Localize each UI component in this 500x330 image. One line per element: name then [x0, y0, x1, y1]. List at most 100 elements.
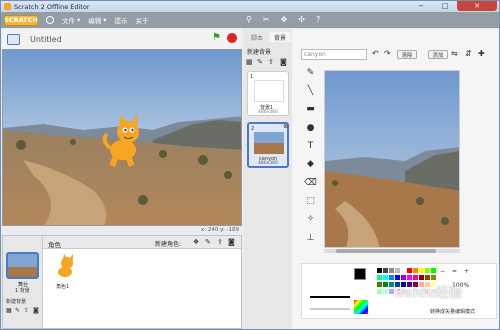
palette-swatch[interactable] — [383, 289, 388, 294]
tab-scripts[interactable]: 脚本 — [246, 32, 268, 42]
menu-bar: SCRATCH 文件 ▾ 编辑 ▾ 提示 关于 ⚲ ✂ ✥ ✣ ? — [1, 12, 499, 28]
grow-icon[interactable]: ✥ — [281, 15, 288, 24]
costume-name-input[interactable] — [301, 49, 367, 60]
palette-swatch[interactable] — [407, 275, 412, 280]
cut-icon[interactable]: ✂ — [263, 15, 270, 24]
add-button[interactable]: 添加 — [428, 50, 448, 59]
palette-swatch[interactable] — [383, 282, 388, 287]
palette-swatch[interactable] — [377, 275, 382, 280]
canyon-thumbnail — [254, 132, 284, 154]
zoom-in-button[interactable]: + — [464, 268, 469, 275]
help-icon[interactable]: ? — [316, 15, 320, 24]
menu-tips[interactable]: 提示 — [115, 15, 128, 25]
paint-canvas[interactable] — [324, 70, 460, 248]
palette-swatch[interactable] — [377, 282, 382, 287]
menu-edit[interactable]: 编辑 ▾ — [88, 15, 106, 25]
stage-backdrop-count: 1 背景 — [15, 288, 30, 294]
line-width-slider[interactable] — [310, 308, 350, 310]
minimize-button[interactable]: − — [409, 1, 433, 11]
palette-swatch[interactable] — [401, 275, 406, 280]
upload-backdrop-icon[interactable]: ⇪ — [24, 307, 29, 314]
language-globe-icon[interactable] — [46, 16, 54, 24]
palette-swatch[interactable] — [425, 268, 430, 273]
paint-backdrop-icon[interactable]: ✎ — [257, 58, 263, 66]
line-tool-icon[interactable]: ╲ — [303, 83, 318, 98]
palette-swatch[interactable] — [407, 268, 412, 273]
mouse-coordinates: x: 240 y: -189 — [201, 227, 240, 233]
camera-sprite-icon[interactable]: ◙ — [228, 238, 235, 246]
palette-swatch[interactable] — [383, 268, 388, 273]
clear-button[interactable]: 清除 — [397, 50, 417, 59]
paint-sprite-icon[interactable]: ✎ — [205, 238, 211, 246]
paint-backdrop-icon[interactable]: ✎ — [15, 307, 20, 314]
eraser-tool-icon[interactable]: ⌫ — [303, 175, 318, 190]
green-flag-icon[interactable]: ⚑ — [212, 33, 222, 43]
library-sprite-icon[interactable]: ❖ — [193, 238, 199, 246]
palette-swatch[interactable] — [389, 268, 394, 273]
text-tool-icon[interactable]: T — [303, 138, 318, 153]
camera-backdrop-icon[interactable]: ◙ — [33, 307, 39, 314]
sprites-label: 角色 — [48, 241, 61, 249]
stage-canvas[interactable] — [2, 49, 242, 226]
rectangle-tool-icon[interactable]: ▬ — [303, 101, 318, 116]
undo-icon[interactable]: ↶ — [372, 49, 379, 58]
menu-about[interactable]: 关于 — [136, 15, 149, 25]
primary-color-swatch[interactable] — [354, 268, 366, 280]
convert-to-vector-button[interactable]: 转换成矢量编辑模式 — [430, 308, 475, 315]
ellipse-tool-icon[interactable]: ● — [303, 120, 318, 135]
zoom-out-button[interactable]: − — [440, 268, 445, 275]
canvas-scrollbar[interactable] — [324, 249, 460, 253]
chevron-down-icon: ▾ — [77, 16, 81, 24]
sprite-tile[interactable]: 角色1 — [51, 252, 81, 292]
maximize-button[interactable]: □ — [433, 1, 457, 11]
new-sprite-label: 新建角色: — [155, 241, 182, 248]
stage-thumbnail[interactable] — [6, 252, 39, 279]
duplicate-icon[interactable]: ⚲ — [246, 15, 252, 24]
fullscreen-button[interactable] — [7, 33, 20, 45]
shrink-icon[interactable]: ✣ — [298, 15, 305, 24]
backdrop-tile-1[interactable]: 1 背景1 480x360 — [247, 71, 289, 116]
set-center-icon[interactable]: ✚ — [478, 49, 485, 58]
tab-backdrops[interactable]: 背景 — [269, 32, 291, 42]
palette-swatch[interactable] — [431, 268, 436, 273]
palette-swatch[interactable] — [419, 268, 424, 273]
palette-swatch[interactable] — [401, 268, 406, 273]
fill-tool-icon[interactable]: ◆ — [303, 156, 318, 171]
camera-backdrop-icon[interactable]: ◙ — [280, 58, 287, 66]
delete-backdrop-icon[interactable]: ⊗ — [283, 123, 288, 130]
zoom-reset-button[interactable]: = — [452, 268, 457, 275]
brush-tool-icon[interactable]: ✎ — [303, 65, 318, 80]
library-backdrop-icon[interactable]: ▦ — [246, 58, 253, 66]
palette-swatch[interactable] — [425, 275, 430, 280]
select-tool-icon[interactable]: ⬚ — [303, 193, 318, 208]
cat-thumbnail-icon — [58, 254, 73, 277]
palette-swatch[interactable] — [383, 275, 388, 280]
upload-sprite-icon[interactable]: ⇪ — [217, 238, 223, 246]
palette-swatch[interactable] — [413, 275, 418, 280]
library-backdrop-icon[interactable]: ▦ — [6, 307, 12, 314]
new-backdrop-label: 新建背景 — [6, 299, 27, 305]
stop-button[interactable] — [227, 33, 237, 43]
palette-swatch[interactable] — [419, 275, 424, 280]
palette-swatch[interactable] — [413, 268, 418, 273]
watermark: Baidu经验 — [394, 286, 462, 301]
scratch-logo: SCRATCH — [4, 14, 38, 26]
close-button[interactable]: ✕ — [457, 1, 497, 11]
palette-swatch[interactable] — [377, 289, 382, 294]
color-picker-icon[interactable] — [354, 300, 368, 314]
upload-backdrop-icon[interactable]: ⇪ — [268, 58, 274, 66]
blank-backdrop-thumbnail — [254, 80, 284, 102]
flip-horizontal-icon[interactable]: ⇋ — [451, 49, 458, 58]
project-title[interactable]: Untitled — [30, 35, 62, 44]
flip-vertical-icon[interactable]: ⇵ — [465, 49, 472, 58]
menu-file[interactable]: 文件 ▾ — [62, 15, 80, 25]
palette-swatch[interactable] — [377, 268, 382, 273]
backdrop-tile-2-selected[interactable]: 2 ⊗ canyon 480x360 — [247, 122, 289, 168]
stamp-tool-icon[interactable]: ⊥ — [303, 230, 318, 245]
redo-icon[interactable]: ↷ — [384, 49, 391, 58]
magic-wand-tool-icon[interactable]: ✧ — [303, 211, 318, 226]
palette-swatch[interactable] — [431, 275, 436, 280]
palette-swatch[interactable] — [395, 275, 400, 280]
palette-swatch[interactable] — [395, 268, 400, 273]
palette-swatch[interactable] — [389, 275, 394, 280]
